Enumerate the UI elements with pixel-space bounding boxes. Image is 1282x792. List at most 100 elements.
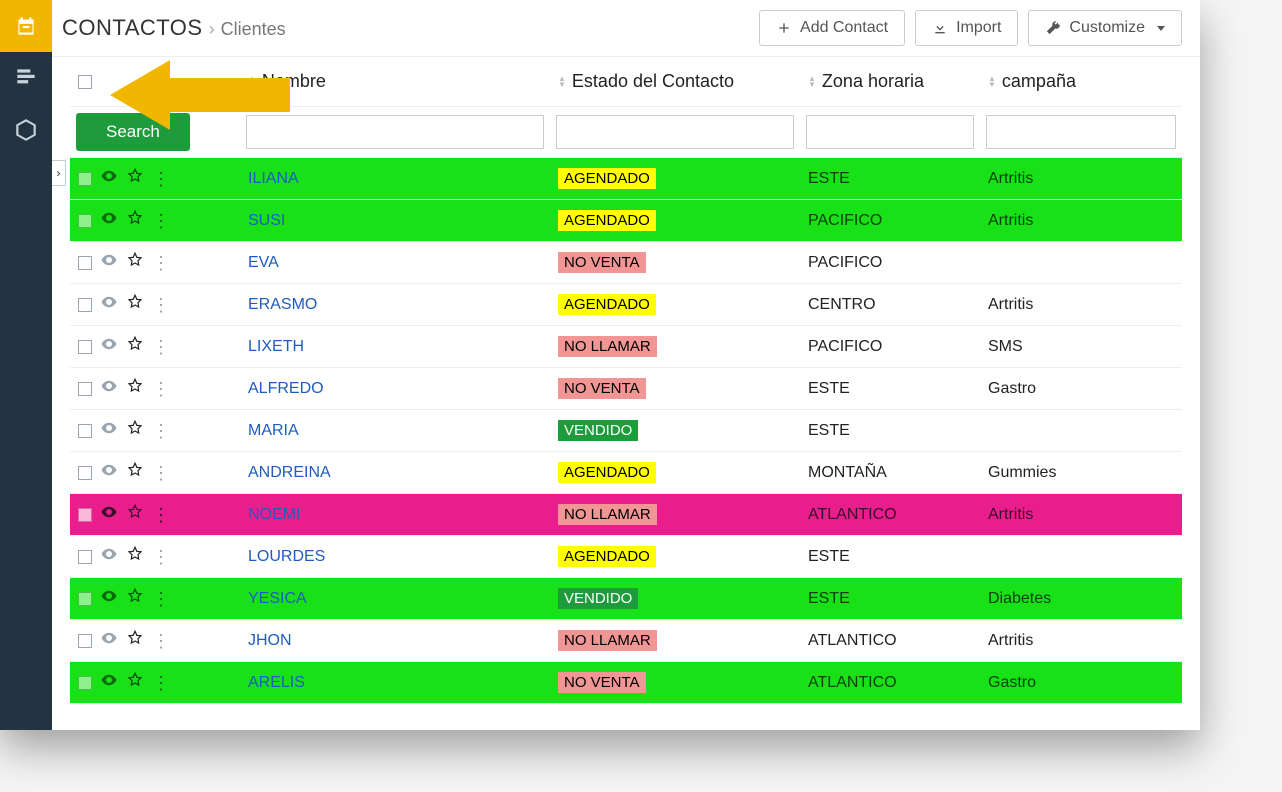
row-checkbox[interactable]	[78, 382, 92, 396]
row-checkbox[interactable]	[78, 550, 92, 564]
header-campaign[interactable]: campaña	[980, 57, 1182, 107]
kebab-menu-icon[interactable]: ⋮	[152, 590, 170, 608]
sidebar-expand-handle[interactable]: ›	[52, 160, 66, 186]
header-select-all[interactable]	[70, 57, 240, 107]
nav-products-icon[interactable]	[0, 104, 52, 156]
eye-icon[interactable]	[100, 335, 118, 358]
table-row[interactable]: ⋮ARELISNO VENTAATLANTICOGastro	[70, 662, 1182, 704]
row-checkbox[interactable]	[78, 298, 92, 312]
row-checkbox[interactable]	[78, 340, 92, 354]
filter-timezone-input[interactable]	[806, 115, 974, 149]
row-checkbox[interactable]	[78, 634, 92, 648]
filter-name-input[interactable]	[246, 115, 544, 149]
star-icon[interactable]	[126, 545, 144, 568]
search-button[interactable]: Search	[76, 113, 190, 151]
table-row[interactable]: ⋮MARIAVENDIDOESTE	[70, 410, 1182, 452]
contact-name-link[interactable]: SUSI	[248, 212, 285, 229]
eye-icon[interactable]	[100, 251, 118, 274]
kebab-menu-icon[interactable]: ⋮	[152, 254, 170, 272]
contact-name-link[interactable]: ERASMO	[248, 296, 317, 313]
contact-name-link[interactable]: NOEMI	[248, 506, 300, 523]
sort-icon[interactable]	[808, 76, 816, 88]
contact-name-link[interactable]: ARELIS	[248, 674, 305, 691]
star-icon[interactable]	[126, 671, 144, 694]
contact-name-link[interactable]: MARIA	[248, 422, 299, 439]
row-checkbox[interactable]	[78, 508, 92, 522]
table-row[interactable]: ⋮ALFREDONO VENTAESTEGastro	[70, 368, 1182, 410]
star-icon[interactable]	[126, 461, 144, 484]
table-row[interactable]: ⋮YESICAVENDIDOESTEDiabetes	[70, 578, 1182, 620]
sort-icon[interactable]	[248, 76, 256, 88]
eye-icon[interactable]	[100, 377, 118, 400]
contact-name-link[interactable]: EVA	[248, 254, 279, 271]
star-icon[interactable]	[126, 335, 144, 358]
row-checkbox[interactable]	[78, 256, 92, 270]
sort-icon[interactable]	[558, 76, 566, 88]
import-button[interactable]: Import	[915, 10, 1018, 46]
row-checkbox[interactable]	[78, 592, 92, 606]
kebab-menu-icon[interactable]: ⋮	[152, 506, 170, 524]
table-row[interactable]: ⋮SUSIAGENDADOPACIFICOArtritis	[70, 200, 1182, 242]
kebab-menu-icon[interactable]: ⋮	[152, 632, 170, 650]
contact-name-link[interactable]: LOURDES	[248, 548, 325, 565]
table-row[interactable]: ⋮EVANO VENTAPACIFICO	[70, 242, 1182, 284]
table-row[interactable]: ⋮NOEMINO LLAMARATLANTICOArtritis	[70, 494, 1182, 536]
eye-icon[interactable]	[100, 587, 118, 610]
table-row[interactable]: ⋮ANDREINAAGENDADOMONTAÑAGummies	[70, 452, 1182, 494]
eye-icon[interactable]	[100, 671, 118, 694]
contact-name-link[interactable]: ALFREDO	[248, 380, 324, 397]
nav-contacts-icon[interactable]	[0, 0, 52, 52]
row-checkbox[interactable]	[78, 466, 92, 480]
contact-name-link[interactable]: JHON	[248, 632, 292, 649]
eye-icon[interactable]	[100, 461, 118, 484]
row-checkbox[interactable]	[78, 214, 92, 228]
customize-button[interactable]: Customize	[1028, 10, 1182, 46]
breadcrumb-page[interactable]: Clientes	[221, 19, 286, 40]
nav-orders-icon[interactable]	[0, 52, 52, 104]
sort-icon[interactable]	[988, 76, 996, 88]
kebab-menu-icon[interactable]: ⋮	[152, 296, 170, 314]
kebab-menu-icon[interactable]: ⋮	[152, 380, 170, 398]
star-icon[interactable]	[126, 419, 144, 442]
star-icon[interactable]	[126, 293, 144, 316]
table-row[interactable]: ⋮ERASMOAGENDADOCENTROArtritis	[70, 284, 1182, 326]
filter-status-input[interactable]	[556, 115, 794, 149]
header-name[interactable]: Nombre	[240, 57, 550, 107]
contact-name-link[interactable]: YESICA	[248, 590, 307, 607]
table-row[interactable]: ⋮LIXETHNO LLAMARPACIFICOSMS	[70, 326, 1182, 368]
star-icon[interactable]	[126, 587, 144, 610]
table-row[interactable]: ⋮ILIANAAGENDADOESTEArtritis	[70, 158, 1182, 200]
eye-icon[interactable]	[100, 629, 118, 652]
kebab-menu-icon[interactable]: ⋮	[152, 548, 170, 566]
eye-icon[interactable]	[100, 545, 118, 568]
filter-campaign-input[interactable]	[986, 115, 1176, 149]
row-checkbox[interactable]	[78, 424, 92, 438]
star-icon[interactable]	[126, 629, 144, 652]
table-row[interactable]: ⋮JHONNO LLAMARATLANTICOArtritis	[70, 620, 1182, 662]
star-icon[interactable]	[126, 251, 144, 274]
kebab-menu-icon[interactable]: ⋮	[152, 338, 170, 356]
star-icon[interactable]	[126, 377, 144, 400]
eye-icon[interactable]	[100, 503, 118, 526]
star-icon[interactable]	[126, 209, 144, 232]
eye-icon[interactable]	[100, 209, 118, 232]
contact-name-link[interactable]: ILIANA	[248, 170, 299, 187]
header-timezone[interactable]: Zona horaria	[800, 57, 980, 107]
row-checkbox[interactable]	[78, 172, 92, 186]
eye-icon[interactable]	[100, 167, 118, 190]
kebab-menu-icon[interactable]: ⋮	[152, 464, 170, 482]
star-icon[interactable]	[126, 503, 144, 526]
star-icon[interactable]	[126, 167, 144, 190]
table-row[interactable]: ⋮LOURDESAGENDADOESTE	[70, 536, 1182, 578]
eye-icon[interactable]	[100, 293, 118, 316]
kebab-menu-icon[interactable]: ⋮	[152, 170, 170, 188]
add-contact-button[interactable]: Add Contact	[759, 10, 905, 46]
eye-icon[interactable]	[100, 419, 118, 442]
select-all-checkbox[interactable]	[78, 75, 92, 89]
contact-name-link[interactable]: LIXETH	[248, 338, 304, 355]
kebab-menu-icon[interactable]: ⋮	[152, 212, 170, 230]
kebab-menu-icon[interactable]: ⋮	[152, 422, 170, 440]
contact-name-link[interactable]: ANDREINA	[248, 464, 331, 481]
kebab-menu-icon[interactable]: ⋮	[152, 674, 170, 692]
header-status[interactable]: Estado del Contacto	[550, 57, 800, 107]
